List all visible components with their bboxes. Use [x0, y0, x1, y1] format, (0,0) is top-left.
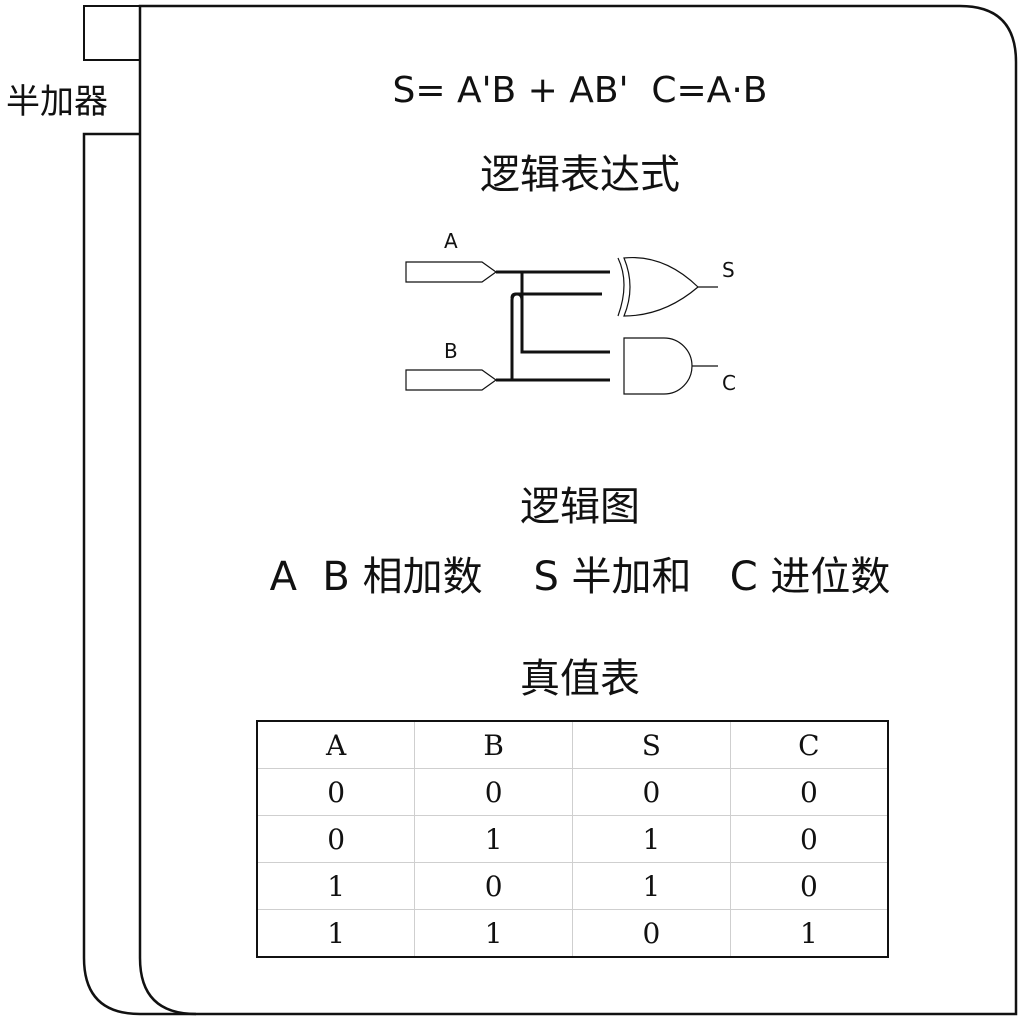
header-b: B: [414, 720, 573, 769]
table-cell: 0: [256, 768, 416, 816]
caption-logic-diagram: 逻辑图: [520, 484, 640, 530]
header-a: A: [256, 720, 416, 769]
header-s: S: [572, 720, 731, 769]
truth-table: A B S C 0 0 0 0 0 1 1 0 1 0 1 0 1 1 0 1: [256, 720, 889, 958]
table-row: 0 0 0 0: [256, 768, 889, 816]
input-a-pin: [405, 261, 498, 283]
caption-truth-table: 真值表: [520, 656, 640, 702]
label-output-s: S: [722, 258, 735, 282]
table-cell: 0: [414, 768, 573, 816]
xor-gate: [623, 256, 699, 317]
table-cell: 1: [572, 815, 731, 863]
label-input-b: B: [444, 339, 458, 363]
table-cell: 1: [572, 862, 731, 910]
table-cell: 0: [729, 862, 889, 910]
table-cell: 1: [729, 909, 889, 958]
input-b-pin: [405, 369, 498, 391]
label-output-c: C: [722, 371, 736, 395]
logic-formula: S= A'B + AB' C=A·B: [392, 70, 768, 111]
label-input-a: A: [444, 229, 458, 253]
header-c: C: [729, 720, 889, 769]
wire-b-to-xor: [510, 292, 602, 299]
table-cell: 1: [256, 909, 416, 958]
table-row: 0 1 1 0: [256, 815, 889, 863]
table-cell: 0: [414, 862, 573, 910]
table-row: 1 0 1 0: [256, 862, 889, 910]
table-cell: 1: [414, 909, 573, 958]
xor-gate-back-curve: [617, 257, 625, 317]
variable-legend: A B 相加数 S 半加和 C 进位数: [269, 554, 891, 600]
caption-logic-expression: 逻辑表达式: [480, 152, 680, 198]
table-cell: 1: [414, 815, 573, 863]
half-adder-circuit: A B S C: [405, 229, 736, 395]
table-cell: 0: [572, 909, 731, 958]
wire-a-to-and: [520, 272, 610, 354]
table-cell: 0: [256, 815, 416, 863]
tab-box: [83, 5, 141, 61]
truth-table-header-row: A B S C: [256, 720, 889, 769]
table-cell: 0: [729, 815, 889, 863]
table-row: 1 1 0 1: [256, 909, 889, 958]
table-cell: 1: [256, 862, 416, 910]
tab-label: 半加器: [6, 82, 108, 122]
table-cell: 0: [572, 768, 731, 816]
and-gate: [623, 337, 693, 395]
table-cell: 0: [729, 768, 889, 816]
